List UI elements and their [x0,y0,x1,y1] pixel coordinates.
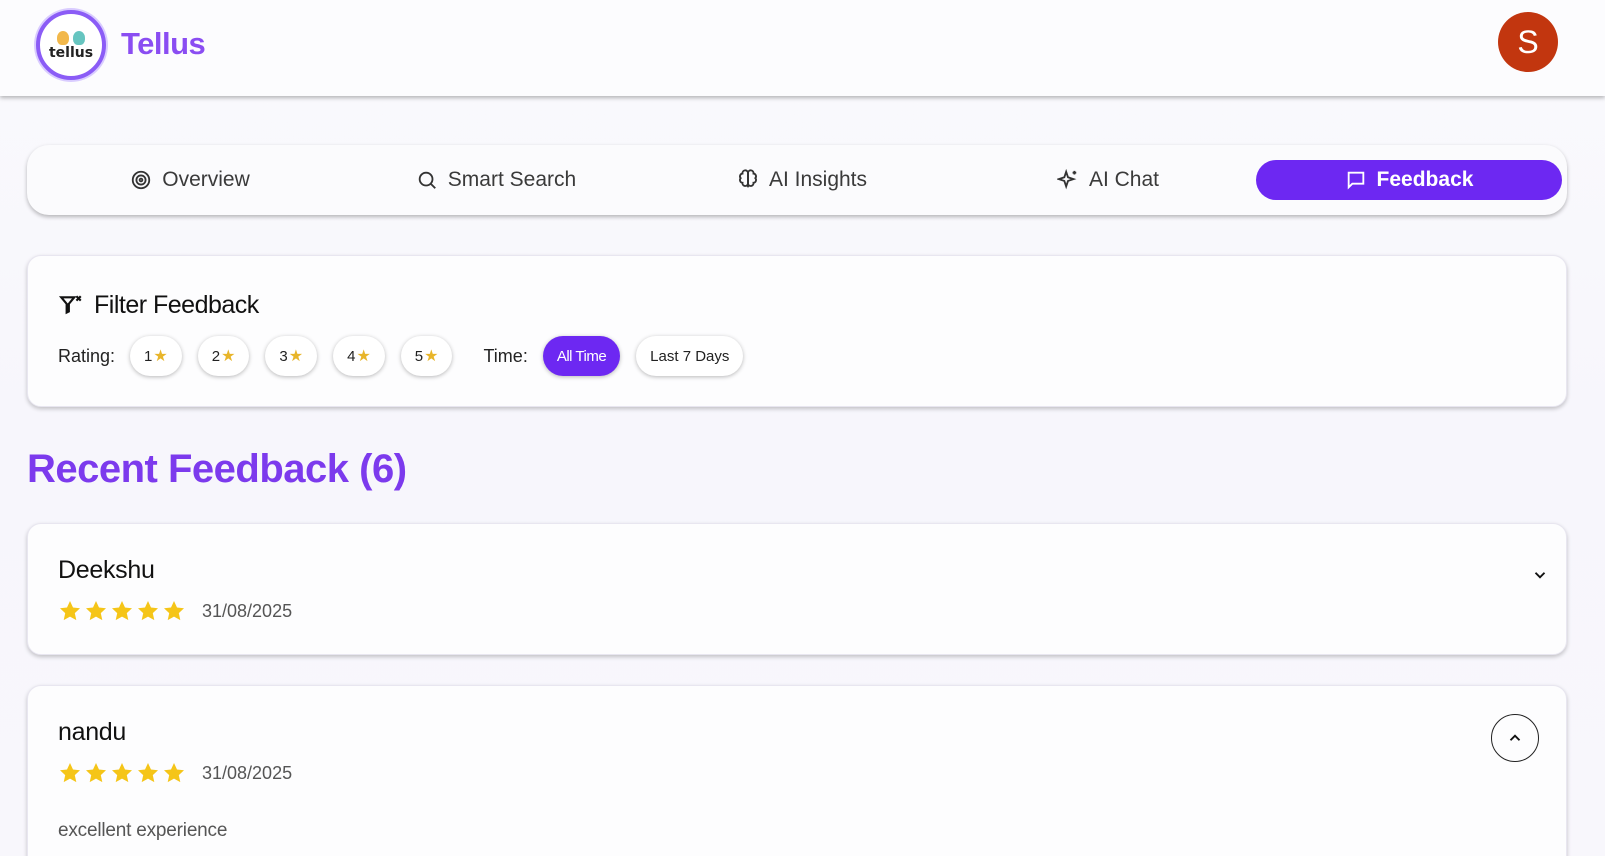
tab-label: Overview [162,168,250,191]
feedback-author: Deekshu [58,556,155,584]
brain-icon [739,169,757,188]
chevron-up-icon [1509,734,1521,741]
tellus-logo[interactable]: tellus [36,10,106,80]
star-icon [138,601,158,621]
tab-label: Feedback [1376,168,1474,191]
nav-tabs: Overview Smart Search AI Insights AI Cha… [27,145,1567,215]
star-icon: ★ [424,348,439,365]
avatar[interactable]: S [1498,12,1558,72]
feedback-card[interactable]: nandu 31/08/2025 excellent experience [27,685,1567,856]
collapse-button[interactable] [1491,714,1539,762]
filter-row: Rating: 1 ★ 2 ★ 3 ★ 4 ★ 5 ★ Time: All Time La… [58,336,759,376]
star-rating [58,761,186,785]
rating-value: 5 [414,347,424,365]
star-icon [86,601,106,621]
star-icon: ★ [153,348,168,365]
rating-value: 2 [211,347,221,365]
sparkles-icon [1056,169,1077,190]
brand-name: Tellus [121,26,206,61]
message-square-icon [1347,171,1364,190]
rating-filter-4[interactable]: 4 ★ [333,336,385,376]
rating-filter-2[interactable]: 2 ★ [197,336,250,376]
tab-label: AI Chat [1088,168,1160,191]
search-icon [418,171,436,189]
time-filter-last-7-days[interactable]: Last 7 Days [636,336,744,376]
star-icon [60,763,80,783]
lightbulbs-icon [57,30,85,45]
tab-smart-search[interactable]: Smart Search [343,160,649,200]
star-icon: ★ [221,348,236,365]
filter-x-icon [58,294,82,314]
star-rating [58,599,186,623]
tab-feedback[interactable]: Feedback [1256,160,1562,200]
rating-value: 3 [279,347,288,365]
feedback-date: 31/08/2025 [202,762,293,783]
rating-label: Rating: [58,345,116,366]
rating-filter-1[interactable]: 1 ★ [130,336,182,376]
star-icon [164,601,184,621]
filter-header: Filter Feedback [58,291,259,320]
tab-overview[interactable]: Overview [37,160,343,200]
expand-button[interactable] [1516,551,1564,599]
star-icon [86,763,106,783]
time-filter-all-time[interactable]: All Time [542,336,621,376]
feedback-card[interactable]: Deekshu 31/08/2025 [27,523,1567,655]
filter-title: Filter Feedback [94,291,259,319]
feedback-author: nandu [58,718,127,746]
recent-feedback-heading: Recent Feedback (6) [27,447,407,491]
rating-value: 4 [347,347,356,365]
tab-ai-chat[interactable]: AI Chat [955,160,1261,200]
feedback-comment: excellent experience [58,820,228,841]
tab-ai-insights[interactable]: AI Insights [649,160,955,200]
app-header: tellus Tellus S [0,0,1605,96]
logo-text: tellus [48,44,94,61]
rating-filter-3[interactable]: 3 ★ [265,336,318,376]
rating-filter-5[interactable]: 5 ★ [400,336,453,376]
time-label: Time: [483,345,528,366]
star-icon [138,763,158,783]
target-icon [132,170,151,190]
chevron-down-icon [1534,572,1546,579]
tab-label: AI Insights [768,168,868,191]
feedback-meta: 31/08/2025 [58,761,292,785]
tab-label: Smart Search [447,168,577,191]
star-icon [112,763,132,783]
rating-value: 1 [144,347,153,365]
star-icon [60,601,80,621]
feedback-meta: 31/08/2025 [58,599,292,623]
star-icon [112,601,132,621]
feedback-date: 31/08/2025 [202,600,293,621]
star-icon [164,763,184,783]
star-icon: ★ [288,348,304,365]
star-icon: ★ [356,348,371,365]
filter-card: Filter Feedback Rating: 1 ★ 2 ★ 3 ★ 4 ★ 5 ★ T… [27,255,1567,407]
